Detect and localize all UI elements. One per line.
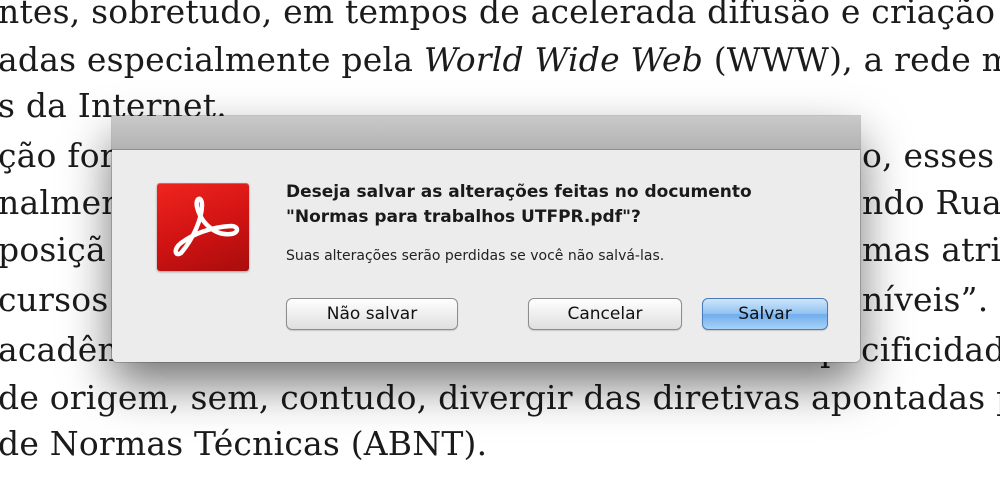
save-button[interactable]: Salvar xyxy=(702,298,828,330)
document-text: (WWW), a rede m xyxy=(703,40,1000,79)
dialog-body: Deseja salvar as alterações feitas no do… xyxy=(112,150,860,362)
document-italic-text: World Wide Web xyxy=(423,40,704,79)
document-line: o, esses xyxy=(862,136,995,175)
dont-save-button[interactable]: Não salvar xyxy=(286,298,458,330)
document-line: adas especialmente pela World Wide Web (… xyxy=(0,40,1000,79)
document-line: níveis”. xyxy=(862,280,989,319)
document-line: ntes, sobretudo, em tempos de acelerada … xyxy=(0,0,1000,31)
dialog-title-bar[interactable] xyxy=(112,116,860,150)
document-line: ndo Rua xyxy=(862,183,1000,222)
dialog-message: Deseja salvar as alterações feitas no do… xyxy=(286,180,826,230)
dialog-message-line: Deseja salvar as alterações feitas no do… xyxy=(286,182,752,202)
cancel-button[interactable]: Cancelar xyxy=(528,298,682,330)
document-line: cursos xyxy=(0,280,109,319)
document-line: de origem, sem, contudo, divergir das di… xyxy=(0,378,1000,417)
document-line: ção for xyxy=(0,136,116,175)
document-line: nalmen xyxy=(0,183,123,222)
document-line: de Normas Técnicas (ABNT). xyxy=(0,424,488,463)
document-line: acadêm xyxy=(0,330,129,369)
dialog-message-filename: "Normas para trabalhos UTFPR.pdf"? xyxy=(286,207,641,227)
document-line: posiçã xyxy=(0,230,106,269)
dialog-informative-text: Suas alterações serão perdidas se você n… xyxy=(286,248,665,264)
save-changes-dialog: Deseja salvar as alterações feitas no do… xyxy=(112,116,860,362)
document-line: mas atrib xyxy=(862,230,1000,269)
document-text: adas especialmente pela xyxy=(0,40,424,79)
adobe-acrobat-icon xyxy=(157,183,249,271)
